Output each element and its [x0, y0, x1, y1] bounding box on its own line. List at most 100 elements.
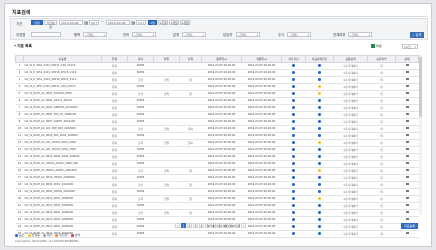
- table-row[interactable]: 3 GX_IS_D_SHG_dd01_00016_W015_2110 유지 조작 단위 원…: [15, 76, 419, 84]
- indicator-name[interactable]: GX_IS_HLIM_AC_C0001_A0001_0000_000: [23, 160, 102, 168]
- page-button[interactable]: 2: [187, 223, 192, 228]
- date-today-button[interactable]: 당월: [31, 20, 43, 25]
- indicator-name[interactable]: GX_IS_D_SHG_dd01_00011_100_21010: [23, 62, 102, 70]
- indicator-name[interactable]: GX_IS_HLIM_AC_00001_A0001_2001000: [23, 167, 102, 175]
- date-to-input[interactable]: 2019-03-08: [106, 20, 130, 25]
- quick-1day-button[interactable]: 1일: [148, 20, 157, 25]
- scrollbar-thumb[interactable]: [419, 57, 422, 117]
- detail-cell[interactable]: [395, 104, 419, 112]
- owner-select[interactable]: --전체--: [236, 32, 260, 37]
- date-from-input[interactable]: 2019-03-08: [59, 20, 83, 25]
- page-button[interactable]: 3: [193, 223, 198, 228]
- indicator-name[interactable]: GX_IS_HLIM_AC_0001_200100_2000: [23, 90, 102, 98]
- table-row[interactable]: 8 GX_IS_HLIM_AC_0005_500_01_2000100 유지 SOMS…: [15, 111, 419, 119]
- page-button[interactable]: 9: [229, 223, 234, 228]
- detail-icon[interactable]: [405, 84, 409, 88]
- indicator-name[interactable]: GX_IS_HLIM_AC_L01_C0001_P010_2000: [23, 139, 102, 147]
- page-button[interactable]: 1: [181, 223, 186, 228]
- detail-icon[interactable]: [405, 203, 409, 207]
- manage-select[interactable]: --전체--: [132, 32, 156, 37]
- detail-icon[interactable]: [405, 182, 409, 186]
- detail-cell[interactable]: [395, 83, 419, 91]
- table-row[interactable]: 9 GX_IS_HLIM_AC_0007_G0007_2010100 유지 SOMS 2…: [15, 118, 419, 126]
- page-button[interactable]: 8: [223, 223, 228, 228]
- table-row[interactable]: 6 GX_IS_HLIM_AC_0002_G0171_20100 유지 SOMS 201…: [15, 97, 419, 105]
- detail-icon[interactable]: [405, 77, 409, 81]
- detail-cell[interactable]: [395, 118, 419, 126]
- indicator-name[interactable]: GX_IS_HLIM_AC_0004_G0RSUA_2010000: [23, 104, 102, 112]
- table-row[interactable]: 18 GX_IS_HLIM_AC_0002_0001_2001000 유지 조작 단위 원…: [15, 181, 419, 189]
- category-select[interactable]: --전체--: [182, 32, 206, 37]
- detail-icon[interactable]: [405, 112, 409, 116]
- excel-button[interactable]: 엑셀: [371, 43, 382, 49]
- table-row[interactable]: 20 GX_IS_HLIM_AC_0010_0001_2000000 유지 조작 단위 원…: [15, 195, 419, 203]
- detail-cell[interactable]: [395, 181, 419, 189]
- quick-1week-button[interactable]: 1주일: [158, 20, 168, 25]
- item-select[interactable]: --전체--: [83, 32, 107, 37]
- indicator-name[interactable]: GX_IS_HLIM_AC_0010_0001_2000000: [23, 209, 102, 217]
- table-row[interactable]: 21 GX_IS_HLIM_AC_0010_0001_2000000 유지 SOMS 2…: [15, 202, 419, 210]
- indicator-name[interactable]: GX_IS_HLIM_AC_0010_0001_2000000: [23, 223, 102, 231]
- indicator-name[interactable]: GX_IS_HLIM_AC_0002_G0171_20100: [23, 97, 102, 105]
- detail-cell[interactable]: [395, 153, 419, 161]
- detail-cell[interactable]: [395, 62, 419, 70]
- indicator-name[interactable]: GX_IS_HLIM_AC_0010_0001_2000000: [23, 195, 102, 203]
- detail-cell[interactable]: [395, 146, 419, 154]
- detail-cell[interactable]: [395, 97, 419, 105]
- detail-cell[interactable]: [395, 160, 419, 168]
- table-row[interactable]: 15 GX_IS_HLIM_AC_C0001_A0001_0000_000 유지 SO…: [15, 160, 419, 168]
- hour-to-select[interactable]: 23: [136, 20, 146, 25]
- detail-icon[interactable]: [405, 154, 409, 158]
- table-row[interactable]: 17 GX_IS_HLIM_AC_0010_C0010_2000000 유지 SOMS…: [15, 174, 419, 182]
- prev-page-button[interactable]: ‹: [175, 223, 180, 228]
- detail-cell[interactable]: [395, 188, 419, 196]
- indicator-name[interactable]: GX_IS_HLIM_AC_0002_0001_2001000: [23, 181, 102, 189]
- detail-icon[interactable]: [405, 98, 409, 102]
- detail-icon[interactable]: [405, 105, 409, 109]
- calendar-icon[interactable]: ▦: [131, 20, 135, 25]
- detail-icon[interactable]: [405, 196, 409, 200]
- table-row[interactable]: 16 GX_IS_HLIM_AC_00001_A0001_2001000 유지 조작 단…: [15, 167, 419, 175]
- indicator-name[interactable]: GX_IS_HLIM_AC_0010_0001_2000000: [23, 202, 102, 210]
- indicator-name[interactable]: GX_IS_HLIM_AC_0010_0000_2000_200000: [23, 153, 102, 161]
- table-row[interactable]: 19 GX_IS_HLIM_AC_0002_C0001_2001000 유지 SOMS…: [15, 188, 419, 196]
- indicator-name[interactable]: GX_IS_HLIM_AC_0010_00L_2002_200000: [23, 132, 102, 140]
- indicator-name[interactable]: GX_IS_HLIM_AC_L01_00P_000_2000000: [23, 125, 102, 133]
- indicator-name[interactable]: GX_IS_HLIM_AC_0010_0001_2000000: [23, 216, 102, 224]
- page-button[interactable]: 7: [217, 223, 222, 228]
- detail-icon[interactable]: [405, 119, 409, 123]
- indicator-name[interactable]: GX_IS_HLIM_AC_0010_C0010_2000000: [23, 174, 102, 182]
- detail-cell[interactable]: [395, 230, 419, 238]
- indicator-name[interactable]: GX_IS_D_SHG_dd01_00011_100_21010: [23, 83, 102, 91]
- detail-cell[interactable]: [395, 69, 419, 77]
- detail-icon[interactable]: [405, 161, 409, 165]
- detail-cell[interactable]: [395, 139, 419, 147]
- table-row[interactable]: 2 GX_IS_D_SHG_dd01_00016_W015_2110 유지 SOMS 2…: [15, 69, 419, 77]
- table-row[interactable]: 5 GX_IS_HLIM_AC_0001_200100_2000 유지 조작 단위 원 20…: [15, 90, 419, 98]
- detail-icon[interactable]: [405, 140, 409, 144]
- indicator-name[interactable]: GX_IS_D_SHG_dd01_00016_W015_2110: [23, 76, 102, 84]
- table-row[interactable]: 22 GX_IS_HLIM_AC_0010_0001_2000000 유지 조작 단위 원…: [15, 209, 419, 217]
- page-button[interactable]: 4: [199, 223, 204, 228]
- table-row[interactable]: 12 GX_IS_HLIM_AC_L01_C0001_P010_2000 유지 조작 단…: [15, 139, 419, 147]
- detail-cell[interactable]: [395, 132, 419, 140]
- detail-cell[interactable]: [395, 174, 419, 182]
- page-button[interactable]: 5: [205, 223, 210, 228]
- indicator-name[interactable]: GX_IS_HLIM_AC_0005_500_01_2000100: [23, 111, 102, 119]
- indicator-name[interactable]: GX_IS_D_SHG_dd01_00016_W015_2110: [23, 69, 102, 77]
- detail-cell[interactable]: [395, 195, 419, 203]
- table-row[interactable]: 11 GX_IS_HLIM_AC_0010_00L_2002_200000 유지 SO…: [15, 132, 419, 140]
- quick-1month-button[interactable]: 1개월: [169, 20, 179, 25]
- detail-cell[interactable]: [395, 111, 419, 119]
- detail-icon[interactable]: [405, 189, 409, 193]
- detail-cell[interactable]: [395, 167, 419, 175]
- detail-icon[interactable]: [405, 133, 409, 137]
- page-button[interactable]: 6: [211, 223, 216, 228]
- detail-cell[interactable]: [395, 76, 419, 84]
- detail-icon[interactable]: [405, 231, 409, 235]
- detail-cell[interactable]: [395, 90, 419, 98]
- cycle-select[interactable]: --전체--: [287, 32, 311, 37]
- indicator-name-input[interactable]: [31, 32, 61, 37]
- detail-icon[interactable]: [405, 70, 409, 74]
- detail-cell[interactable]: [395, 125, 419, 133]
